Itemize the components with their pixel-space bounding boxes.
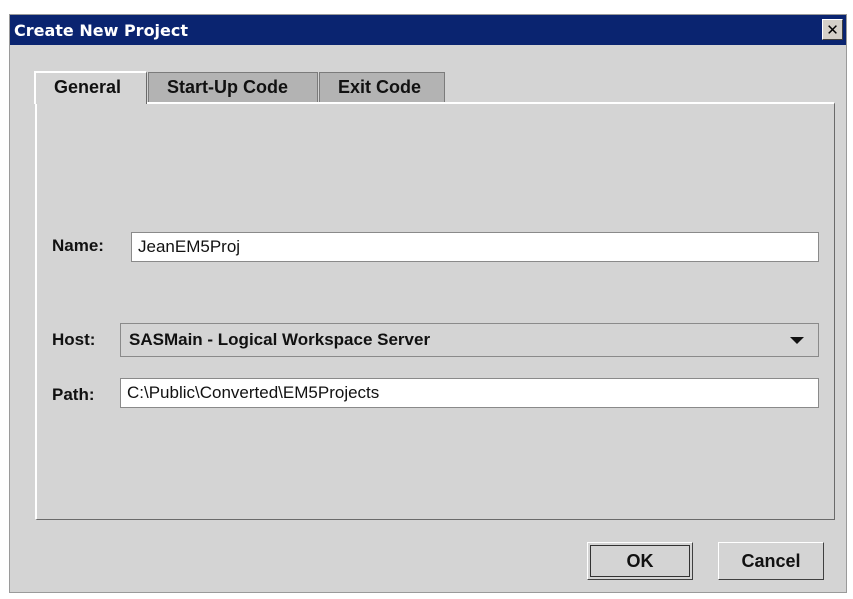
tab-label: Exit Code	[338, 77, 422, 97]
host-select-value: SASMain - Logical Workspace Server	[129, 330, 431, 349]
name-input[interactable]: JeanEM5Proj	[131, 232, 819, 262]
path-label: Path:	[52, 385, 95, 404]
tab-label: General	[54, 77, 122, 97]
cancel-button-label: Cancel	[741, 550, 801, 571]
host-select[interactable]: SASMain - Logical Workspace Server	[120, 323, 819, 357]
ok-button[interactable]: OK	[587, 542, 693, 580]
tab-exit-code[interactable]: Exit Code	[319, 72, 445, 102]
cancel-button[interactable]: Cancel	[718, 542, 824, 580]
title-bar[interactable]: Create New Project ✕	[10, 15, 846, 45]
tab-start-up-code[interactable]: Start-Up Code	[148, 72, 318, 102]
tab-general[interactable]: General	[34, 71, 147, 104]
create-project-dialog: Create New Project ✕ General Start-Up Co…	[9, 14, 847, 593]
window-title: Create New Project	[14, 21, 189, 40]
close-icon: ✕	[826, 20, 839, 39]
general-tab-panel: Name: JeanEM5Proj Host: SASMain - Logica…	[35, 102, 835, 520]
name-label: Name:	[52, 236, 104, 255]
path-input[interactable]: C:\Public\Converted\EM5Projects	[120, 378, 819, 408]
ok-button-label: OK	[626, 550, 654, 571]
chevron-down-icon	[790, 337, 804, 344]
tab-label: Start-Up Code	[167, 77, 288, 97]
host-label: Host:	[52, 330, 96, 349]
close-button[interactable]: ✕	[822, 19, 843, 40]
